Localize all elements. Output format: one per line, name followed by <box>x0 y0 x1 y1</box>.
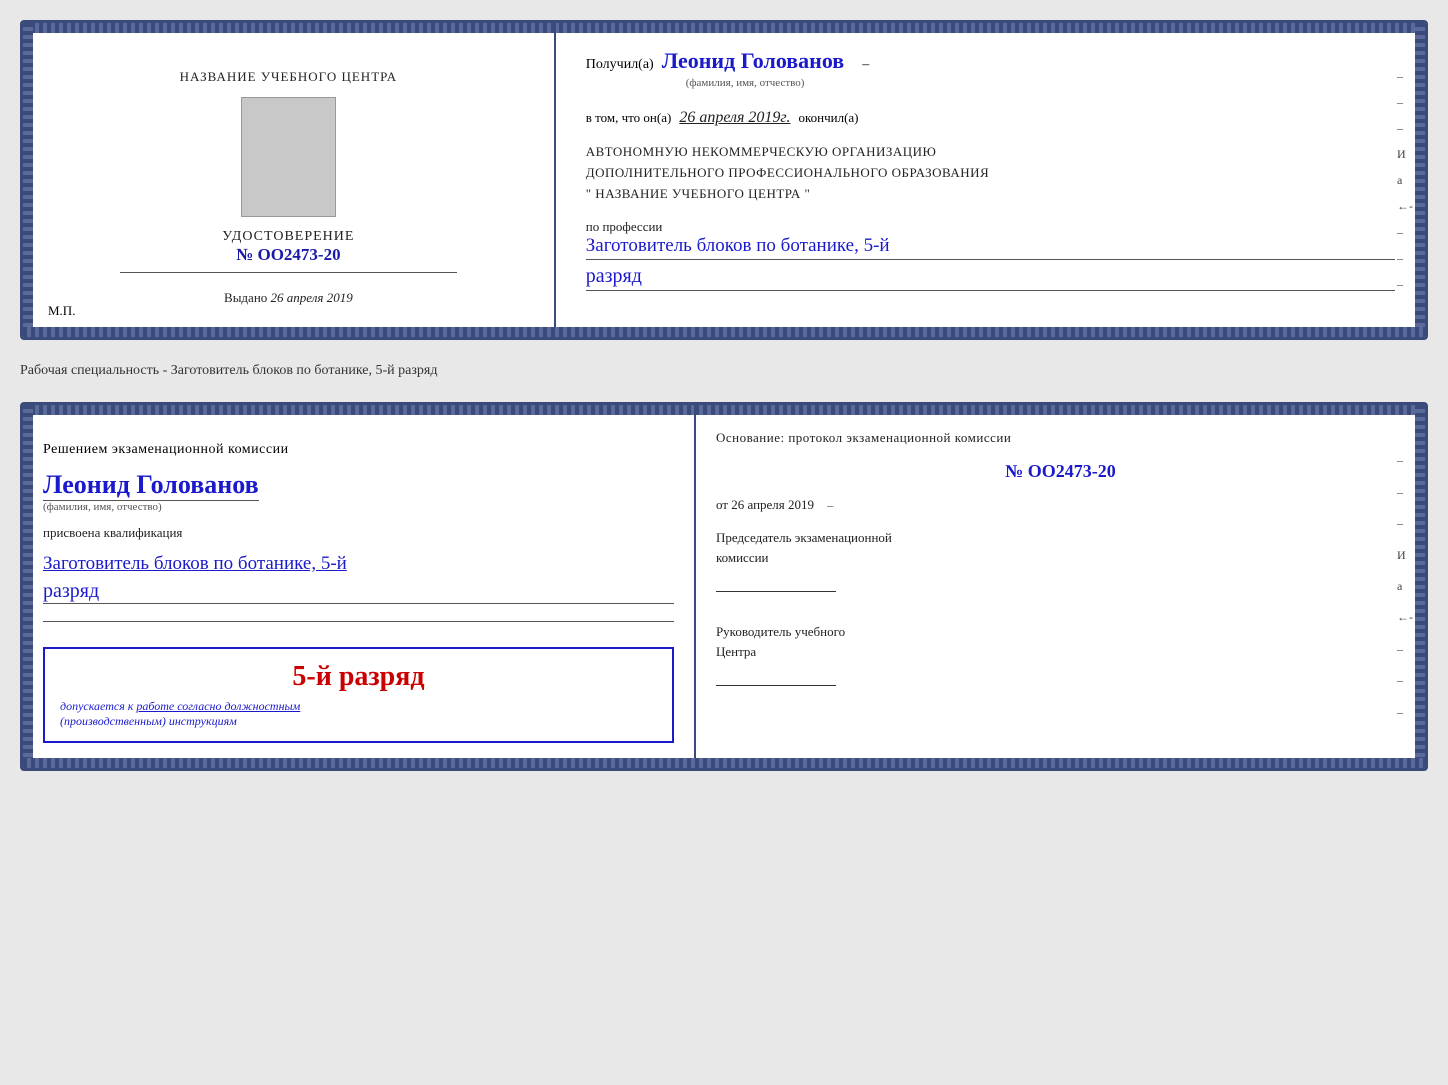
issued-date: 26 апреля 2019 <box>271 290 353 305</box>
chairman-block: Председатель экзаменационнойкомиссии <box>716 528 1405 592</box>
qual-left-panel: Решением экзаменационной комиссии Леонид… <box>23 405 696 768</box>
training-center-title-left: НАЗВАНИЕ УЧЕБНОГО ЦЕНТРА <box>180 69 397 85</box>
page-wrapper: НАЗВАНИЕ УЧЕБНОГО ЦЕНТРА УДОСТОВЕРЕНИЕ №… <box>20 20 1428 771</box>
profession-block: по профессии Заготовитель блоков по бота… <box>586 219 1395 291</box>
cert-right-panel: – – – И а ←- – – – Получил(а) Леонид Гол… <box>556 23 1425 337</box>
date-line: от 26 апреля 2019 – <box>716 497 1405 513</box>
date-prefix: от <box>716 497 728 512</box>
qual-right-panel: – – – И а ←- – – – Основание: протокол э… <box>696 405 1425 768</box>
certificate-label: УДОСТОВЕРЕНИЕ <box>222 229 354 245</box>
protocol-number: № OO2473-20 <box>716 461 1405 482</box>
profession-label: по профессии <box>586 219 1395 235</box>
director-block: Руководитель учебногоЦентра <box>716 622 1405 686</box>
finished-label: окончил(а) <box>798 110 858 126</box>
org-block: АВТОНОМНУЮ НЕКОММЕРЧЕСКУЮ ОРГАНИЗАЦИЮ ДО… <box>586 142 1395 204</box>
certificate-number: № OO2473-20 <box>222 245 354 265</box>
issued-line: Выдано 26 апреля 2019 <box>224 290 353 306</box>
recipient-block: Получил(а) Леонид Голованов – <box>586 48 1395 74</box>
profession-value: Заготовитель блоков по ботанике, 5-й <box>586 235 1395 260</box>
chairman-sign-line <box>716 572 836 592</box>
org-line2: ДОПОЛНИТЕЛЬНОГО ПРОФЕССИОНАЛЬНОГО ОБРАЗО… <box>586 163 1395 184</box>
name-hint-1: (фамилия, имя, отчество) <box>586 77 1395 89</box>
certificate-document: НАЗВАНИЕ УЧЕБНОГО ЦЕНТРА УДОСТОВЕРЕНИЕ №… <box>20 20 1428 340</box>
director-label-text: Руководитель учебногоЦентра <box>716 624 845 659</box>
confirm-line: в том, что он(а) 26 апреля 2019г. окончи… <box>586 109 1395 127</box>
basis-line: Основание: протокол экзаменационной коми… <box>716 430 1405 446</box>
cert-left-panel: НАЗВАНИЕ УЧЕБНОГО ЦЕНТРА УДОСТОВЕРЕНИЕ №… <box>23 23 556 337</box>
person-name-block: Леонид Голованов (фамилия, имя, отчество… <box>43 470 674 513</box>
photo-placeholder <box>241 97 336 217</box>
person-name-large: Леонид Голованов <box>43 470 259 501</box>
qualification-label: присвоена квалификация <box>43 525 674 541</box>
received-label: Получил(а) <box>586 57 654 73</box>
confirm-date: 26 апреля 2019г. <box>679 109 790 127</box>
dash-after-name: – <box>862 57 869 73</box>
separator-text: Рабочая специальность - Заготовитель бло… <box>20 358 1428 384</box>
razryad-value: разряд <box>586 265 1395 291</box>
razryad2-value: разряд <box>43 580 674 604</box>
name-hint-2: (фамилия, имя, отчество) <box>43 501 674 513</box>
stamp-text: допускается к работе согласно должностны… <box>60 699 657 729</box>
issued-label: Выдано <box>224 290 267 305</box>
right-margin-decoration-3: – – – И а ←- – – – <box>1397 445 1413 728</box>
stamp-grade: 5-й разряд <box>60 661 657 693</box>
right-margin-decoration: – – – И а ←- – – – <box>1397 63 1413 297</box>
org-line3: " НАЗВАНИЕ УЧЕБНОГО ЦЕНТРА " <box>586 184 1395 205</box>
decision-text: Решением экзаменационной комиссии <box>43 442 674 458</box>
confirm-text: в том, что он(а) <box>586 110 672 126</box>
stamp-box: 5-й разряд допускается к работе согласно… <box>43 647 674 743</box>
mp-label: М.П. <box>48 303 75 319</box>
qualification-value: Заготовитель блоков по ботанике, 5-й <box>43 553 674 575</box>
director-sign-line <box>716 666 836 686</box>
divider-line <box>43 621 674 622</box>
date-value: 26 апреля 2019 <box>731 497 814 512</box>
org-line1: АВТОНОМНУЮ НЕКОММЕРЧЕСКУЮ ОРГАНИЗАЦИЮ <box>586 142 1395 163</box>
qualification-document: Решением экзаменационной комиссии Леонид… <box>20 402 1428 771</box>
chairman-label-text: Председатель экзаменационнойкомиссии <box>716 530 892 565</box>
recipient-name: Леонид Голованов <box>662 48 844 74</box>
director-label: Руководитель учебногоЦентра <box>716 622 1405 661</box>
qualification-value-block: Заготовитель блоков по ботанике, 5-й раз… <box>43 553 674 604</box>
chairman-label: Председатель экзаменационнойкомиссии <box>716 528 1405 567</box>
